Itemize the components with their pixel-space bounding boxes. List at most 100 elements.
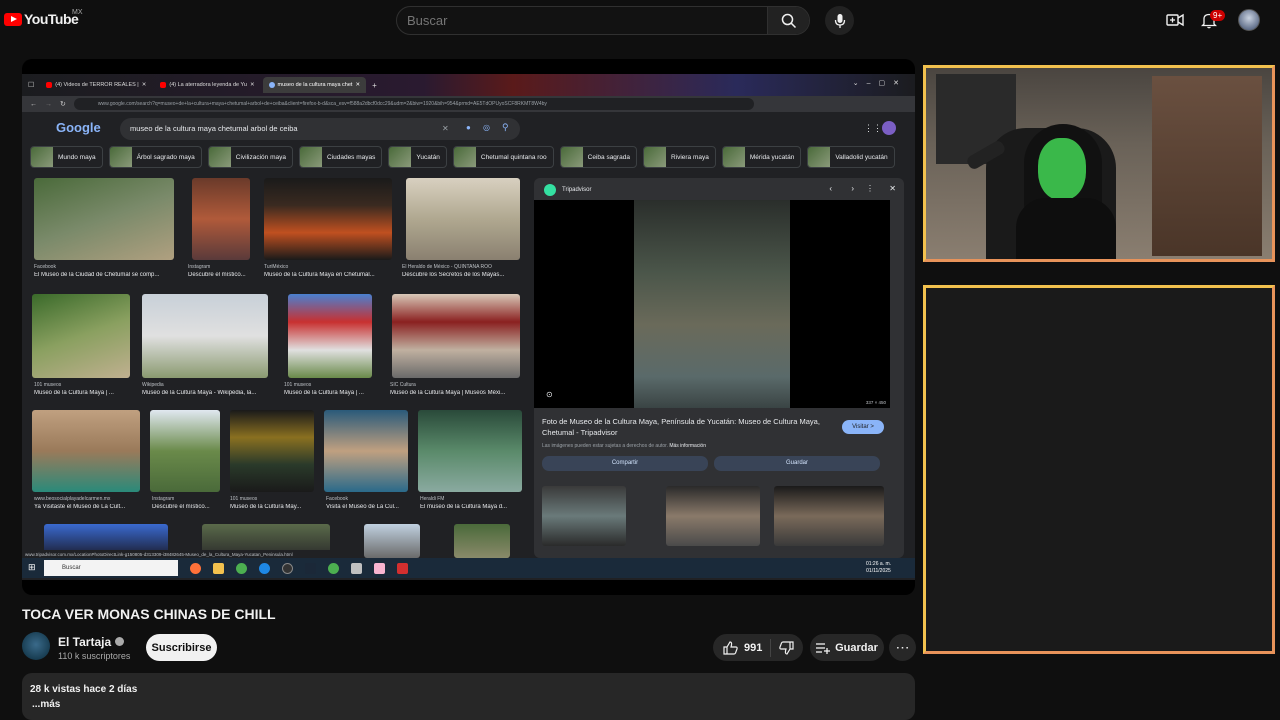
chrome-icon[interactable] [328, 562, 339, 574]
google-account-avatar[interactable] [882, 121, 896, 135]
lens-search-icon[interactable]: ⊙ [546, 390, 553, 399]
result-title[interactable]: Museo de la Cultura Maya | ... [284, 390, 380, 396]
preview-source[interactable]: Tripadvisor [562, 187, 591, 193]
chip[interactable]: Mundo maya [30, 146, 103, 168]
browser-tab-active[interactable]: museo de la cultura maya chet ✕ [262, 77, 367, 93]
share-button[interactable]: Compartir [542, 456, 708, 471]
save-image-button[interactable]: Guardar [714, 456, 880, 471]
preview-image[interactable] [634, 200, 790, 408]
prev-arrow-icon[interactable]: ‹ [829, 184, 832, 193]
result-title[interactable]: El museo de la Cultura Maya d... [420, 504, 524, 510]
result-title[interactable]: El Museo de la Ciudad de Chetumal se com… [34, 272, 174, 278]
dislike-button[interactable] [770, 638, 794, 657]
result-image[interactable] [142, 294, 268, 378]
result-image[interactable] [364, 524, 420, 558]
result-title[interactable]: Visita el Museo de La Cul... [326, 504, 412, 510]
visit-button[interactable]: Visitar > [842, 420, 884, 434]
result-title[interactable]: Museo de la Cultura Maya - Wikipedia, la… [142, 390, 272, 396]
chip[interactable]: Árbol sagrado maya [108, 146, 202, 168]
chip[interactable]: Chetumal quintana roo [452, 146, 554, 168]
apps-grid-icon[interactable]: ⋮⋮ [864, 123, 882, 134]
voice-search-icon[interactable]: ● [466, 123, 471, 132]
chip[interactable]: Ceiba sagrada [559, 146, 637, 168]
chip[interactable]: Ciudades mayas [298, 146, 383, 168]
preview-title[interactable]: Foto de Museo de la Cultura Maya, Peníns… [542, 416, 832, 438]
chip[interactable]: Mérida yucatán [721, 146, 802, 168]
result-image[interactable] [32, 294, 130, 378]
tab-close-icon[interactable]: ✕ [355, 82, 360, 88]
channel-name[interactable]: El Tartaja [58, 635, 125, 649]
result-image[interactable] [392, 294, 520, 378]
edge-icon[interactable] [259, 562, 270, 574]
steam-icon[interactable] [305, 562, 316, 574]
browser-tab[interactable]: (4) La aterradora leyenda de Yu ✕ [154, 77, 260, 93]
result-image[interactable] [150, 410, 220, 492]
google-logo[interactable]: Google [56, 120, 101, 135]
result-image[interactable] [32, 410, 140, 492]
result-title[interactable]: Museo de la Cultura Maya | Museos Méxi..… [390, 390, 522, 396]
video-player[interactable]: ☐ (4) Videos de TERROR REALES | ✕ (4) La … [22, 59, 915, 595]
save-button[interactable]: Guardar [810, 634, 884, 661]
related-image[interactable] [774, 486, 884, 546]
result-title[interactable]: Museo de la Cultura May... [230, 504, 316, 510]
result-image[interactable] [406, 178, 520, 260]
next-arrow-icon[interactable]: › [851, 184, 854, 193]
chip[interactable]: Valladolid yucatán [807, 146, 895, 168]
description-box[interactable]: 28 k vistas hace 2 días ...más [22, 673, 915, 720]
result-title[interactable]: Descubre los Secretos de los Mayas... [402, 272, 522, 278]
more-actions-button[interactable]: ⋯ [889, 634, 916, 661]
taskbar-search[interactable]: Buscar [44, 560, 178, 576]
windows-start-icon[interactable]: ⊞ [28, 562, 36, 573]
youtube-logo[interactable]: YouTube MX [4, 9, 83, 27]
address-bar[interactable]: www.google.com/search?q=museo+de+la+cult… [73, 98, 754, 110]
related-image[interactable] [542, 486, 626, 546]
result-image[interactable] [230, 410, 314, 492]
new-tab-icon[interactable]: + [372, 81, 377, 90]
more-options-icon[interactable]: ⋮ [866, 184, 874, 193]
chip[interactable]: Yucatán [388, 146, 447, 168]
taskbar-clock[interactable]: 01:26 a. m. 01/11/2025 [866, 561, 891, 575]
related-image[interactable] [666, 486, 760, 546]
result-title[interactable]: Museo de la Cultura Maya | ... [34, 390, 130, 396]
obs-icon[interactable] [282, 562, 293, 574]
channel-avatar[interactable] [22, 632, 50, 660]
chip[interactable]: Riviera maya [642, 146, 716, 168]
lens-icon[interactable]: ◎ [483, 123, 490, 132]
result-image[interactable] [34, 178, 174, 260]
result-title[interactable]: Museo de la Cultura Maya en Chetumal... [264, 272, 392, 278]
subscribe-button[interactable]: Suscribirse [146, 634, 217, 661]
result-image[interactable] [454, 524, 510, 558]
forward-arrow-icon[interactable]: → [45, 101, 52, 108]
app-icon[interactable] [351, 562, 362, 574]
folder-icon[interactable] [213, 562, 224, 574]
show-more-link[interactable]: ...más [32, 699, 60, 710]
google-search-input[interactable]: museo de la cultura maya chetumal arbol … [120, 118, 520, 140]
back-arrow-icon[interactable]: ← [30, 101, 37, 108]
like-button[interactable]: 991 [713, 634, 762, 661]
firefox-icon[interactable] [190, 562, 201, 574]
app-icon[interactable] [397, 562, 408, 574]
more-info-link[interactable]: Más información [669, 443, 706, 449]
close-icon[interactable]: ✕ [889, 184, 896, 193]
result-title[interactable]: Descubre el místico... [152, 504, 222, 510]
result-title[interactable]: Descubre el místico... [188, 272, 256, 278]
search-input[interactable] [397, 7, 767, 34]
result-image[interactable] [324, 410, 408, 492]
result-image[interactable] [418, 410, 522, 492]
result-image[interactable] [192, 178, 250, 260]
browser-tab[interactable]: (4) Videos de TERROR REALES | ✕ [40, 77, 152, 93]
chip[interactable]: Civilización maya [207, 146, 293, 168]
account-avatar[interactable] [1238, 9, 1260, 31]
google-search-icon[interactable]: ⚲ [502, 122, 509, 133]
tab-close-icon[interactable]: ✕ [142, 82, 147, 88]
voice-search-button[interactable] [825, 6, 854, 35]
result-title[interactable]: Ya Visitaste el Museo de La Cult... [34, 504, 144, 510]
window-controls-icon[interactable]: ⌄–▢✕ [853, 79, 907, 87]
app-icon[interactable] [374, 562, 385, 574]
chrome-icon[interactable] [236, 562, 247, 574]
create-button[interactable] [1164, 9, 1186, 31]
clear-search-icon[interactable]: ✕ [442, 124, 449, 133]
result-image[interactable] [288, 294, 372, 378]
tab-close-icon[interactable]: ✕ [250, 82, 255, 88]
result-image[interactable] [264, 178, 392, 260]
